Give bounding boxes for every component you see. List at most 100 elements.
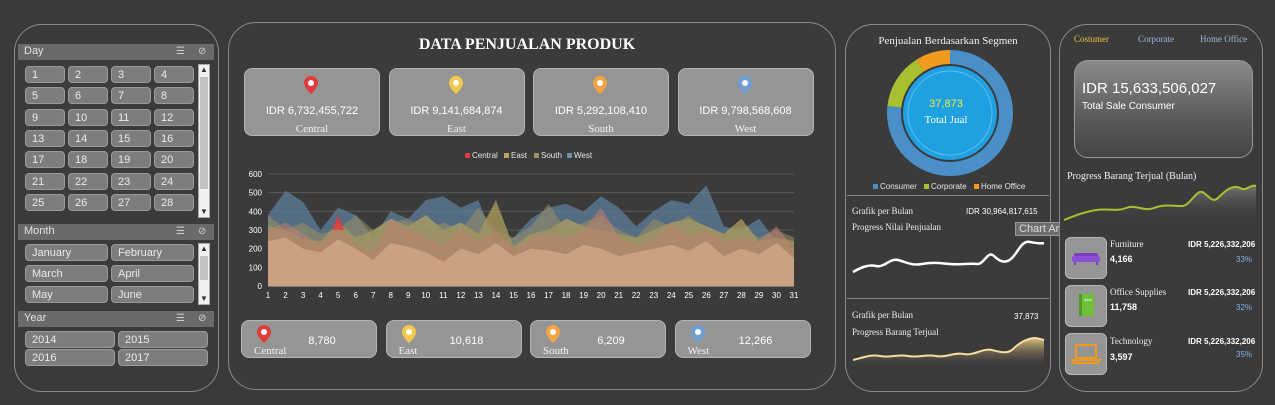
legend-central: Central bbox=[472, 151, 498, 160]
day-item-19[interactable]: 19 bbox=[111, 151, 151, 169]
x-tick-label: 21 bbox=[614, 291, 623, 300]
divider bbox=[847, 298, 1049, 299]
category-office-supplies-qty: 11,758 bbox=[1110, 302, 1138, 312]
region-name: West bbox=[734, 123, 757, 135]
y-tick-label: 0 bbox=[258, 282, 263, 291]
year-item-2014[interactable]: 2014 bbox=[25, 331, 115, 348]
month-slicer-header: Month ☰ ⊘ bbox=[18, 224, 214, 240]
day-item-4[interactable]: 4 bbox=[154, 66, 194, 83]
scroll-up-icon[interactable]: ▲ bbox=[199, 65, 209, 75]
day-item-23[interactable]: 23 bbox=[111, 172, 151, 190]
clear-filter-icon[interactable]: ⊘ bbox=[198, 313, 206, 324]
multi-select-icon[interactable]: ☰ bbox=[176, 226, 185, 237]
month-item-june[interactable]: June bbox=[111, 286, 194, 303]
x-tick-label: 12 bbox=[456, 291, 465, 300]
day-item-3[interactable]: 3 bbox=[111, 66, 151, 83]
category-furniture-value: IDR 5,226,332,206 bbox=[1188, 240, 1256, 249]
x-tick-label: 28 bbox=[737, 291, 746, 300]
category-technology-pct: 35% bbox=[1236, 350, 1253, 359]
category-furniture-name: Furniture bbox=[1110, 239, 1144, 249]
x-tick-label: 22 bbox=[632, 291, 641, 300]
tab-home-office[interactable]: Home Office bbox=[1200, 34, 1247, 44]
day-scrollbar[interactable]: ▲ ▼ bbox=[198, 64, 210, 218]
clear-filter-icon[interactable]: ⊘ bbox=[198, 226, 206, 237]
x-tick-label: 26 bbox=[702, 291, 711, 300]
year-item-2016[interactable]: 2016 bbox=[25, 349, 115, 366]
category-technology-qty: 3,597 bbox=[1110, 352, 1133, 362]
clear-filter-icon[interactable]: ⊘ bbox=[198, 46, 206, 57]
x-tick-label: 10 bbox=[421, 291, 430, 300]
day-item-2[interactable]: 2 bbox=[68, 66, 108, 83]
day-item-20[interactable]: 20 bbox=[154, 151, 194, 169]
x-tick-label: 5 bbox=[336, 291, 341, 300]
qty-chart-title: Grafik per Bulan bbox=[852, 310, 913, 320]
day-item-18[interactable]: 18 bbox=[68, 151, 108, 169]
category-technology-value: IDR 5,226,332,206 bbox=[1188, 337, 1256, 346]
scroll-down-icon[interactable]: ▼ bbox=[199, 207, 209, 217]
day-item-27[interactable]: 27 bbox=[111, 193, 151, 211]
day-slicer-header: Day ☰ ⊘ bbox=[18, 44, 214, 60]
day-item-15[interactable]: 15 bbox=[111, 129, 151, 147]
segment-donut-chart[interactable] bbox=[885, 48, 1015, 178]
divider bbox=[847, 195, 1049, 196]
year-item-2015[interactable]: 2015 bbox=[118, 331, 208, 348]
day-item-5[interactable]: 5 bbox=[25, 87, 65, 105]
month-item-march[interactable]: March bbox=[25, 265, 108, 282]
legend-south: South bbox=[541, 151, 562, 160]
month-scrollbar[interactable]: ▲ ▼ bbox=[198, 243, 210, 305]
multi-select-icon[interactable]: ☰ bbox=[176, 313, 185, 324]
day-item-17[interactable]: 17 bbox=[25, 151, 65, 169]
region-card-east: IDR 9,141,684,874 East bbox=[388, 68, 525, 136]
qty-chart-value: 37,873 bbox=[1014, 312, 1039, 321]
day-item-13[interactable]: 13 bbox=[25, 129, 65, 147]
day-item-6[interactable]: 6 bbox=[68, 87, 108, 105]
month-item-may[interactable]: May bbox=[25, 286, 108, 303]
x-tick-label: 20 bbox=[597, 291, 606, 300]
x-tick-label: 13 bbox=[474, 291, 483, 300]
day-item-11[interactable]: 11 bbox=[111, 108, 151, 126]
monthly-progress-chart[interactable] bbox=[1062, 176, 1258, 222]
month-item-february[interactable]: February bbox=[111, 244, 194, 261]
segment-title: Penjualan Berdasarkan Segmen bbox=[878, 35, 1018, 47]
month-item-april[interactable]: April bbox=[111, 265, 194, 282]
category-office-supplies-value: IDR 5,226,332,206 bbox=[1188, 288, 1256, 297]
day-item-25[interactable]: 25 bbox=[25, 193, 65, 211]
month-item-january[interactable]: January bbox=[25, 244, 108, 261]
x-tick-label: 8 bbox=[389, 291, 394, 300]
tab-corporate[interactable]: Corporate bbox=[1138, 34, 1174, 44]
y-tick-label: 100 bbox=[249, 263, 263, 272]
furniture-icon-box bbox=[1065, 237, 1107, 279]
multi-select-icon[interactable]: ☰ bbox=[176, 46, 185, 57]
total-sale-label: Total Sale Consumer bbox=[1082, 101, 1175, 112]
category-office-supplies-name: Office Supplies bbox=[1110, 287, 1167, 297]
tab-costumer[interactable]: Costumer bbox=[1074, 34, 1109, 44]
day-item-12[interactable]: 12 bbox=[154, 108, 194, 126]
day-item-8[interactable]: 8 bbox=[154, 87, 194, 105]
qty-sparkline[interactable] bbox=[850, 332, 1045, 368]
day-item-21[interactable]: 21 bbox=[25, 172, 65, 190]
region-qty-card-south: South 6,209 bbox=[530, 320, 666, 358]
scroll-up-icon[interactable]: ▲ bbox=[199, 244, 209, 254]
day-item-22[interactable]: 22 bbox=[68, 172, 108, 190]
day-item-14[interactable]: 14 bbox=[68, 129, 108, 147]
day-item-7[interactable]: 7 bbox=[111, 87, 151, 105]
laptop-icon bbox=[1070, 344, 1102, 364]
x-tick-label: 6 bbox=[353, 291, 358, 300]
year-item-2017[interactable]: 2017 bbox=[118, 349, 208, 366]
y-tick-label: 500 bbox=[249, 189, 263, 198]
day-item-26[interactable]: 26 bbox=[68, 193, 108, 211]
day-item-10[interactable]: 10 bbox=[68, 108, 108, 126]
location-pin-icon bbox=[448, 75, 464, 100]
region-qty-card-east: East 10,618 bbox=[385, 320, 522, 358]
y-tick-label: 200 bbox=[249, 245, 263, 254]
region-card-central: IDR 6,732,455,722 Central bbox=[244, 68, 380, 136]
daily-sales-area-chart[interactable]: 01002003004005006001 2 3 4 5 6 7 8 9 10 11 12 13 14 15… bbox=[240, 166, 810, 306]
x-tick-label: 18 bbox=[562, 291, 571, 300]
day-item-28[interactable]: 28 bbox=[154, 193, 194, 211]
day-item-16[interactable]: 16 bbox=[154, 129, 194, 147]
day-item-1[interactable]: 1 bbox=[25, 66, 65, 83]
scroll-down-icon[interactable]: ▼ bbox=[199, 294, 209, 304]
x-tick-label: 4 bbox=[318, 291, 323, 300]
day-item-24[interactable]: 24 bbox=[154, 172, 194, 190]
day-item-9[interactable]: 9 bbox=[25, 108, 65, 126]
